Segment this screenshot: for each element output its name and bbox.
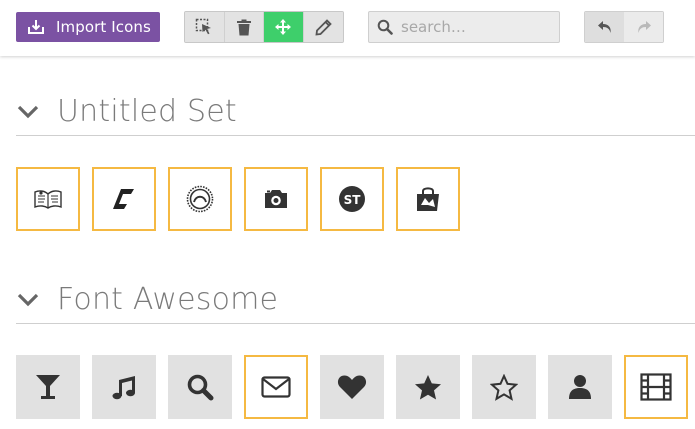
chevron-down-icon[interactable]	[16, 280, 56, 320]
icon-tile[interactable]	[244, 355, 308, 419]
icon-tile[interactable]	[624, 355, 688, 419]
icon-tile[interactable]	[396, 355, 460, 419]
redo-button[interactable]	[624, 12, 663, 42]
icon-tile[interactable]	[472, 355, 536, 419]
set-title: Font Awesome	[57, 282, 279, 317]
film-icon	[640, 373, 672, 401]
search-icon	[187, 374, 214, 401]
icon-tile[interactable]	[244, 167, 308, 231]
import-icons-button[interactable]: Import Icons	[16, 12, 160, 42]
edit-tool-button[interactable]	[303, 12, 343, 42]
envelope-icon	[261, 376, 291, 398]
top-toolbar: Import Icons	[0, 0, 695, 56]
delete-tool-button[interactable]	[224, 12, 264, 42]
import-icon	[16, 12, 56, 42]
glass-icon	[36, 375, 60, 399]
shopping-bag-icon	[417, 187, 439, 211]
circle-dial-icon	[186, 185, 214, 213]
move-icon	[275, 19, 292, 35]
heart-icon	[337, 375, 367, 399]
pencil-icon	[315, 18, 332, 36]
icon-tile[interactable]	[168, 355, 232, 419]
undo-button[interactable]	[585, 12, 624, 42]
icon-tile[interactable]	[168, 167, 232, 231]
select-tool-button[interactable]	[185, 12, 225, 42]
undo-icon	[597, 20, 611, 33]
st-logo-icon: ST	[339, 186, 365, 212]
select-icon	[196, 18, 212, 35]
icon-tile[interactable]	[92, 355, 156, 419]
icon-tile[interactable]	[92, 167, 156, 231]
user-icon	[569, 375, 591, 399]
icon-tile[interactable]	[320, 355, 384, 419]
icon-tile[interactable]	[16, 355, 80, 419]
search-input[interactable]	[401, 18, 551, 36]
set-title: Untitled Set	[57, 94, 237, 129]
camera-icon	[265, 190, 287, 208]
redo-icon	[637, 20, 651, 33]
icon-tile[interactable]	[16, 167, 80, 231]
search-icon	[369, 12, 401, 42]
star-icon	[415, 374, 441, 399]
set-header-font-awesome: Font Awesome	[16, 276, 695, 324]
book-icon	[34, 190, 62, 209]
svg-text:ST: ST	[344, 193, 362, 207]
icon-tile[interactable]	[548, 355, 612, 419]
search-box	[368, 11, 560, 43]
icon-tile[interactable]	[396, 167, 460, 231]
chevron-down-icon[interactable]	[16, 92, 56, 132]
stylized-c-icon	[113, 189, 134, 209]
icon-tile[interactable]: ST	[320, 167, 384, 231]
move-tool-button[interactable]	[264, 12, 304, 42]
trash-icon	[236, 19, 251, 35]
star-outline-icon	[490, 373, 518, 401]
music-icon	[112, 376, 135, 400]
set-header-untitled: Untitled Set	[16, 88, 695, 136]
edit-tool-group	[184, 11, 344, 43]
import-icons-label: Import Icons	[56, 18, 151, 36]
history-group	[584, 11, 664, 43]
